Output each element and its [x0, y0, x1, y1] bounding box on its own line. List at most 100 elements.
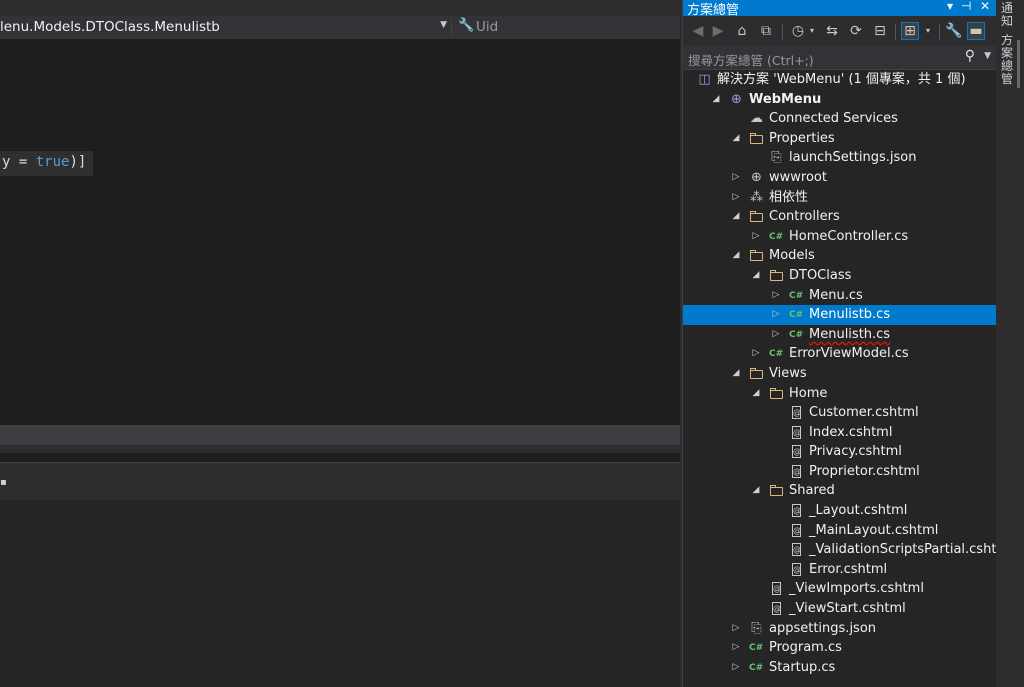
- tree-item[interactable]: ▷ ⊕ wwwroot: [683, 168, 997, 188]
- cloud-icon: ☁: [750, 111, 763, 127]
- collapse-all-icon[interactable]: ⊟: [871, 22, 889, 40]
- expand-arrow-icon[interactable]: ▷: [751, 344, 761, 364]
- tree-item[interactable]: Proprietor.cshtml: [683, 462, 997, 482]
- pin-icon[interactable]: ▪: [0, 477, 7, 488]
- output-panel-body[interactable]: [0, 500, 680, 687]
- splitter[interactable]: [0, 445, 680, 453]
- tree-item[interactable]: Index.cshtml: [683, 423, 997, 443]
- collapse-arrow-icon[interactable]: ◢: [731, 207, 741, 227]
- expand-arrow-icon[interactable]: ▷: [731, 168, 741, 188]
- tree-item[interactable]: ◢ ⊕ WebMenu: [683, 90, 997, 110]
- collapse-arrow-icon[interactable]: ◢: [731, 246, 741, 266]
- side-tab-strip: 通知 方案總管: [996, 0, 1024, 687]
- tree-item[interactable]: ◢ DTOClass: [683, 266, 997, 286]
- close-icon[interactable]: ✕: [980, 0, 990, 13]
- expand-arrow-icon[interactable]: ▷: [751, 227, 761, 247]
- tree-item[interactable]: ▷ C# Menulisth.cs: [683, 325, 997, 345]
- tree-item[interactable]: _MainLayout.cshtml: [683, 521, 997, 541]
- razor-icon: [769, 602, 784, 616]
- collapse-arrow-icon[interactable]: ◢: [751, 384, 761, 404]
- pending-changes-filter-icon[interactable]: ◷: [789, 22, 807, 40]
- collapse-arrow-icon[interactable]: ◢: [711, 90, 721, 110]
- tree-item-label: _MainLayout.cshtml: [809, 522, 939, 538]
- tree-item[interactable]: ▷ C# Program.cs: [683, 638, 997, 658]
- pin-icon[interactable]: ⊣: [961, 0, 971, 13]
- back-icon[interactable]: ◀: [689, 22, 707, 40]
- expand-arrow-icon[interactable]: ▷: [731, 619, 741, 639]
- horizontal-scrollbar[interactable]: [0, 425, 680, 445]
- chevron-down-icon[interactable]: ▾: [807, 22, 817, 40]
- collapse-arrow-icon[interactable]: ◢: [751, 266, 761, 286]
- tree-item-label: 相依性: [769, 189, 809, 205]
- tree-item[interactable]: Privacy.cshtml: [683, 442, 997, 462]
- expand-arrow-icon[interactable]: ▷: [731, 658, 741, 678]
- toolbar-separator: [782, 24, 783, 40]
- tree-item[interactable]: ◢ Shared: [683, 481, 997, 501]
- globe-icon: ⊕: [751, 169, 762, 185]
- chevron-down-icon[interactable]: ▾: [923, 22, 933, 40]
- side-tab-solution-explorer[interactable]: 方案總管: [998, 34, 1016, 86]
- code-editor[interactable]: lenu.Models.DTOClass.Menulistb ▼ 🔧 Uid y…: [0, 0, 680, 687]
- tree-item[interactable]: ◫ 解決方案 'WebMenu' (1 個專案，共 1 個): [683, 70, 997, 90]
- csharp-icon: C#: [789, 290, 804, 301]
- collapse-arrow-icon[interactable]: ◢: [731, 129, 741, 149]
- properties-wrench-icon[interactable]: 🔧: [945, 22, 963, 40]
- tree-item[interactable]: _ViewStart.cshtml: [683, 599, 997, 619]
- tree-item-label: Connected Services: [769, 111, 898, 127]
- collapse-arrow-icon[interactable]: ◢: [731, 364, 741, 384]
- switch-views-icon[interactable]: ⧉: [757, 22, 775, 40]
- tree-item-label: _Layout.cshtml: [809, 503, 908, 519]
- expand-arrow-icon[interactable]: ▷: [771, 305, 781, 325]
- collapse-arrow-icon[interactable]: ◢: [751, 481, 761, 501]
- folder-icon: [749, 249, 764, 263]
- home-icon[interactable]: ⌂: [733, 22, 751, 40]
- expand-arrow-icon[interactable]: ▷: [771, 286, 781, 306]
- folder-icon: [749, 367, 764, 381]
- tree-item-label: Customer.cshtml: [809, 405, 919, 421]
- preview-selected-items-icon[interactable]: ▬: [967, 22, 985, 40]
- tree-item[interactable]: ▷ C# HomeController.cs: [683, 227, 997, 247]
- tree-item[interactable]: ▷ C# Menulistb.cs: [683, 305, 997, 325]
- tree-item[interactable]: ◢ Controllers: [683, 207, 997, 227]
- tree-item[interactable]: ▷ ⁂ 相依性: [683, 188, 997, 208]
- tree-item[interactable]: ◢ Properties: [683, 129, 997, 149]
- expand-arrow-icon[interactable]: ▷: [731, 188, 741, 208]
- expand-arrow-icon[interactable]: ▷: [731, 638, 741, 658]
- tree-item[interactable]: ◢ Home: [683, 384, 997, 404]
- sync-with-active-document-icon[interactable]: ⇆: [823, 22, 841, 40]
- tree-item[interactable]: ◢ Views: [683, 364, 997, 384]
- csharp-icon: C#: [769, 231, 784, 242]
- forward-icon[interactable]: ▶: [709, 22, 727, 40]
- tree-item-label: Startup.cs: [769, 659, 836, 675]
- refresh-icon[interactable]: ⟳: [847, 22, 865, 40]
- tree-item[interactable]: ◢ Models: [683, 246, 997, 266]
- tree-item[interactable]: Customer.cshtml: [683, 403, 997, 423]
- tree-item[interactable]: ▷ C# ErrorViewModel.cs: [683, 344, 997, 364]
- solution-explorer: 方案總管 ▾ ⊣ ✕ ◀ ▶ ⌂ ⧉ ◷ ▾ ⇆ ⟳ ⊟ ⊞ ▾ 🔧 ▬ 搜尋方…: [682, 0, 1013, 687]
- folder-icon: [769, 484, 784, 498]
- tree-item[interactable]: ▷ C# Startup.cs: [683, 658, 997, 678]
- tree-item[interactable]: Error.cshtml: [683, 560, 997, 580]
- tree-item[interactable]: ▷ ⎘ appsettings.json: [683, 619, 997, 639]
- solution-explorer-titlebar: 方案總管 ▾ ⊣ ✕: [683, 0, 997, 18]
- search-icon[interactable]: ⚲: [965, 48, 975, 64]
- type-navigation-dropdown[interactable]: lenu.Models.DTOClass.Menulistb ▼: [0, 17, 452, 38]
- razor-icon: [789, 523, 804, 538]
- folder-icon: [749, 210, 764, 224]
- tree-item[interactable]: _ValidationScriptsPartial.cshtml: [683, 540, 1013, 560]
- code-text[interactable]: y = true)]: [2, 154, 86, 170]
- tree-item[interactable]: _Layout.cshtml: [683, 501, 997, 521]
- side-tab-notifications[interactable]: 通知: [998, 2, 1016, 28]
- solution-explorer-search[interactable]: 搜尋方案總管 (Ctrl+;) ⚲ ▼: [683, 46, 997, 70]
- expand-arrow-icon[interactable]: ▷: [771, 325, 781, 345]
- tree-item[interactable]: ▷ C# Menu.cs: [683, 286, 997, 306]
- chevron-down-icon[interactable]: ▼: [984, 51, 991, 61]
- type-navigation-value: lenu.Models.DTOClass.Menulistb: [0, 19, 220, 35]
- tree-item-label: Program.cs: [769, 640, 842, 656]
- member-navigation-dropdown[interactable]: 🔧 Uid: [454, 17, 680, 38]
- tree-item[interactable]: _ViewImports.cshtml: [683, 579, 997, 599]
- show-all-files-icon[interactable]: ⊞: [901, 22, 919, 40]
- window-menu-icon[interactable]: ▾: [947, 0, 953, 13]
- tree-item[interactable]: ☁ Connected Services: [683, 109, 997, 129]
- tree-item[interactable]: ⎘ launchSettings.json: [683, 148, 997, 168]
